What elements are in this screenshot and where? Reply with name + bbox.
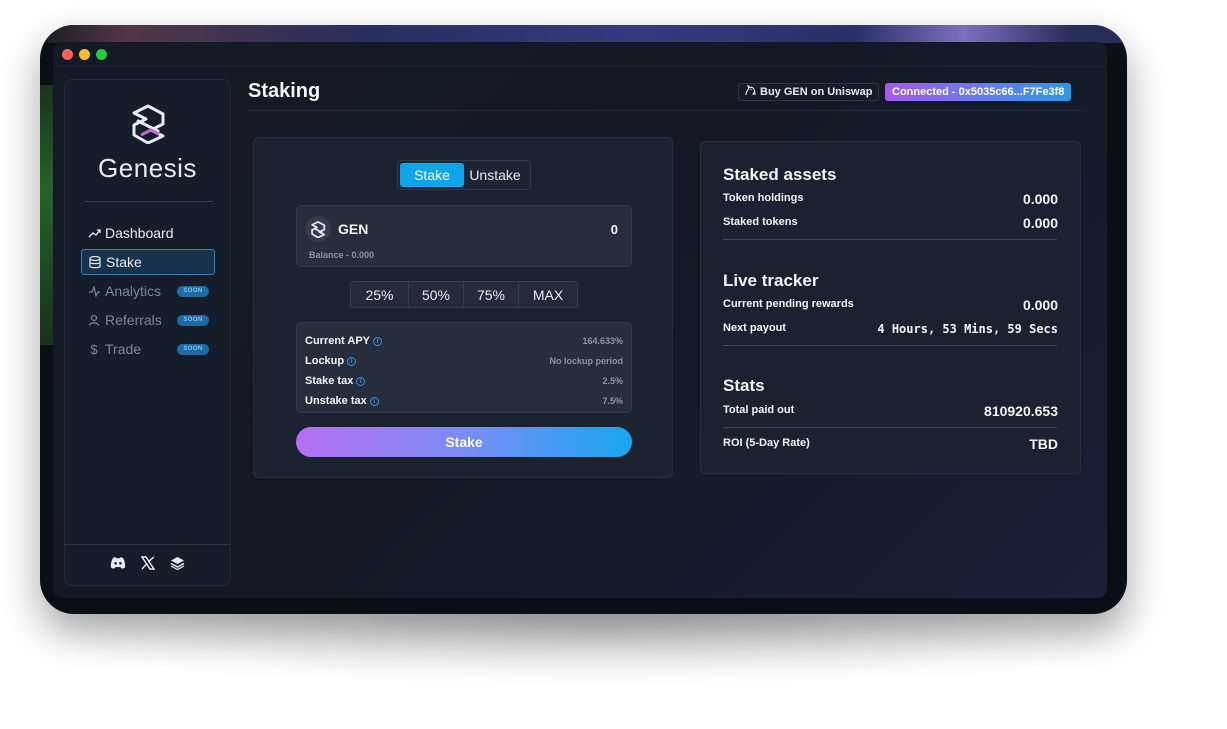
discord-icon[interactable] (109, 554, 127, 572)
stats-panel: Staked assets Token holdings 0.000 Stake… (700, 141, 1081, 474)
info-row-apy: Current APY i 164.633% (305, 331, 623, 351)
minimize-window-button[interactable] (79, 49, 90, 60)
percent-50-button[interactable]: 50% (409, 282, 464, 307)
section-divider (723, 239, 1057, 240)
row-label: Total paid out (723, 404, 795, 416)
sidebar-item-stake[interactable]: Stake (81, 249, 215, 275)
sidebar-item-label: Trade (105, 341, 142, 357)
info-icon[interactable]: i (347, 356, 357, 366)
row-label: Next payout (723, 322, 786, 334)
section-title-stats: Stats (723, 376, 765, 395)
header-divider (248, 110, 1085, 111)
soon-badge: SOON (177, 315, 209, 326)
percent-25-button[interactable]: 25% (351, 282, 409, 307)
social-links (65, 554, 230, 572)
section-title-live-tracker: Live tracker (723, 271, 819, 290)
page-title: Staking (248, 80, 321, 102)
info-icon[interactable]: i (356, 376, 366, 386)
row-label: Current pending rewards (723, 298, 854, 310)
tab-stake[interactable]: Stake (400, 163, 464, 187)
pulse-icon (87, 284, 101, 298)
close-window-button[interactable] (62, 49, 73, 60)
row-value: TBD (1029, 436, 1058, 452)
app-window: Genesis Dashboard Stake Analytics SOON R… (53, 42, 1107, 598)
info-value: 7.5% (602, 396, 623, 406)
percent-selector: 25% 50% 75% MAX (350, 281, 578, 308)
row-value: 810920.653 (984, 403, 1058, 419)
info-icon[interactable]: i (369, 396, 379, 406)
row-label: ROI (5-Day Rate) (723, 437, 810, 449)
row-label: Staked tokens (723, 216, 798, 228)
sidebar-item-referrals[interactable]: Referrals SOON (81, 307, 215, 333)
section-divider (723, 345, 1057, 346)
next-payout-countdown: 4 Hours, 53 Mins, 59 Secs (877, 322, 1058, 336)
info-label: Unstake tax (305, 395, 367, 407)
info-value: 164.633% (582, 336, 623, 346)
trend-icon (87, 226, 101, 240)
info-row-lockup: Lockup i No lockup period (305, 351, 623, 371)
sidebar-item-label: Referrals (105, 312, 162, 328)
buy-on-uniswap-label: Buy GEN on Uniswap (760, 86, 873, 98)
sidebar-item-trade[interactable]: $ Trade SOON (81, 336, 215, 362)
sidebar: Genesis Dashboard Stake Analytics SOON R… (64, 79, 231, 586)
tab-unstake[interactable]: Unstake (464, 163, 526, 187)
dollar-icon: $ (90, 341, 98, 357)
token-balance: Balance - 0.000 (309, 250, 375, 260)
soon-badge: SOON (177, 286, 209, 297)
token-name: GEN (338, 221, 369, 237)
unicorn-icon (744, 84, 756, 99)
sidebar-divider (85, 201, 213, 202)
row-value: 0.000 (1022, 215, 1058, 231)
info-label: Lockup (305, 355, 345, 367)
sidebar-item-label: Dashboard (105, 225, 174, 241)
database-icon (88, 255, 102, 269)
staking-info: Current APY i 164.633% Lockup i No lockup … (296, 322, 632, 413)
user-icon (87, 313, 101, 327)
background-glow (40, 25, 1127, 43)
sidebar-item-analytics[interactable]: Analytics SOON (81, 278, 215, 304)
token-amount-input[interactable]: GEN 0 Balance - 0.000 (296, 205, 632, 267)
percent-max-button[interactable]: MAX (519, 282, 577, 307)
info-label: Current APY (305, 335, 370, 347)
token-amount-value[interactable]: 0 (611, 222, 618, 237)
side-glow (40, 85, 54, 345)
stake-submit-button[interactable]: Stake (296, 427, 632, 457)
brand-name: Genesis (98, 153, 197, 183)
gen-token-icon (305, 216, 331, 242)
row-value: 0.000 (1022, 297, 1058, 313)
section-title-staked-assets: Staked assets (723, 165, 837, 184)
percent-75-button[interactable]: 75% (464, 282, 519, 307)
info-row-stake-tax: Stake tax i 2.5% (305, 371, 623, 391)
sidebar-item-label: Stake (106, 254, 142, 270)
info-icon[interactable]: i (373, 336, 382, 346)
title-bar (53, 42, 1107, 67)
sidebar-item-dashboard[interactable]: Dashboard (81, 220, 215, 246)
row-value: 0.000 (1022, 191, 1058, 207)
wallet-connected-button[interactable]: Connected - 0x5035c66...F7Fe3f8 (885, 83, 1072, 101)
zoom-window-button[interactable] (96, 49, 107, 60)
info-label: Stake tax (305, 375, 354, 387)
layers-icon[interactable] (169, 554, 187, 572)
section-divider (723, 427, 1057, 428)
stake-panel: Stake Unstake GEN 0 Balance - 0.000 25% … (253, 137, 673, 478)
stake-mode-toggle: Stake Unstake (397, 160, 531, 190)
sidebar-nav: Dashboard Stake Analytics SOON Referrals… (81, 220, 215, 365)
info-row-unstake-tax: Unstake tax i 7.5% (305, 391, 623, 411)
sidebar-item-label: Analytics (105, 283, 162, 299)
info-value: No lockup period (549, 356, 623, 366)
sidebar-footer-divider (65, 544, 230, 545)
info-value: 2.5% (602, 376, 623, 386)
row-label: Token holdings (723, 192, 804, 204)
device-frame: Genesis Dashboard Stake Analytics SOON R… (40, 25, 1127, 614)
stage: Genesis Dashboard Stake Analytics SOON R… (0, 0, 1227, 729)
genesis-logo-icon[interactable] (129, 104, 167, 144)
soon-badge: SOON (177, 344, 209, 355)
buy-on-uniswap-button[interactable]: Buy GEN on Uniswap (738, 83, 880, 101)
x-icon[interactable] (139, 554, 157, 572)
